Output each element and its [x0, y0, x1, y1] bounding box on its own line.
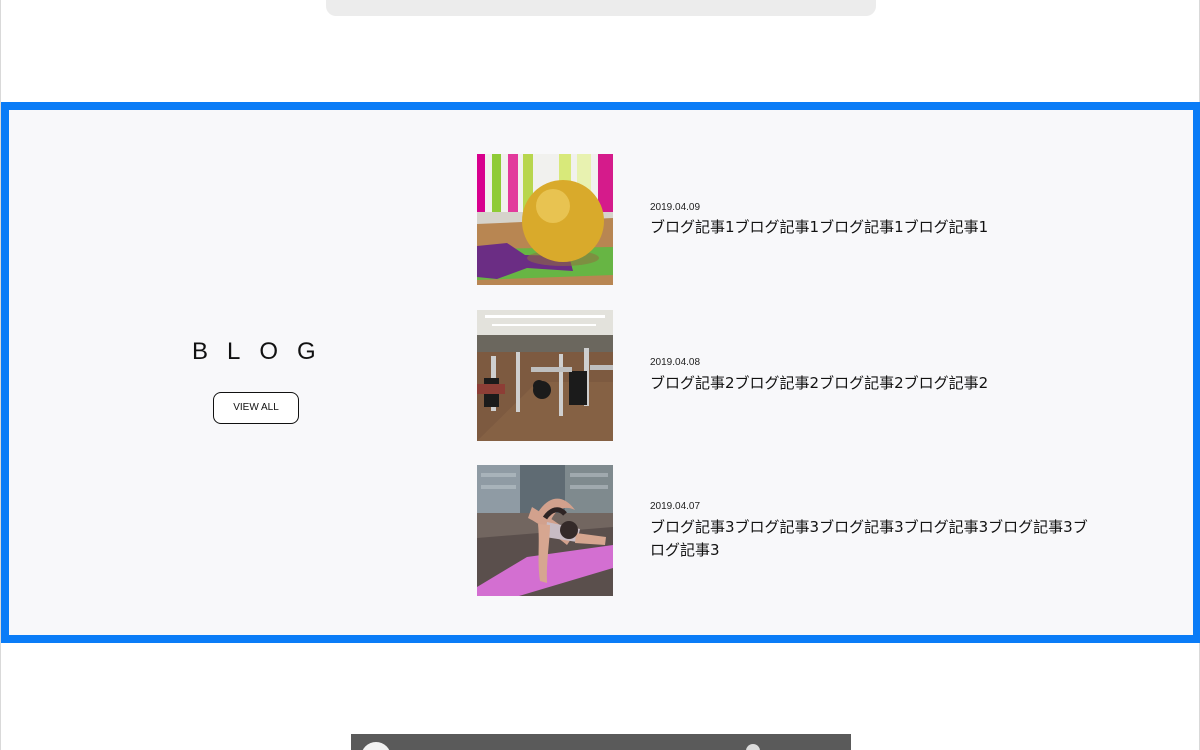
view-all-button[interactable]: VIEW ALL	[213, 392, 299, 424]
page: BLOG VIEW ALL 2019.04.09 ブログ記事1ブログ記事1ブログ…	[0, 0, 1200, 750]
gym-interior-photo	[477, 310, 613, 441]
yoga-stretch-photo	[477, 465, 613, 596]
post-date: 2019.04.08	[650, 357, 701, 368]
post-title-link[interactable]: ブログ記事3ブログ記事3ブログ記事3ブログ記事3ブログ記事3ブログ記事3	[650, 516, 1090, 562]
post-title-link[interactable]: ブログ記事1ブログ記事1ブログ記事1ブログ記事1	[650, 216, 1090, 239]
top-placeholder-bar	[326, 0, 876, 16]
blog-heading: BLOG	[192, 338, 335, 365]
blog-post-2[interactable]: 2019.04.08 ブログ記事2ブログ記事2ブログ記事2ブログ記事2	[477, 310, 1097, 441]
post-thumbnail-2[interactable]	[477, 310, 613, 441]
yellow-exercise-ball-photo	[477, 154, 613, 285]
post-date: 2019.04.07	[650, 501, 701, 512]
blog-section: BLOG VIEW ALL 2019.04.09 ブログ記事1ブログ記事1ブログ…	[1, 102, 1200, 643]
bottom-dot-icon	[746, 744, 760, 750]
post-date: 2019.04.09	[650, 202, 701, 213]
post-thumbnail-1[interactable]	[477, 154, 613, 285]
bottom-preview-bar	[351, 734, 851, 750]
bottom-circle-icon	[361, 742, 391, 750]
post-title-link[interactable]: ブログ記事2ブログ記事2ブログ記事2ブログ記事2	[650, 372, 1090, 395]
post-thumbnail-3[interactable]	[477, 465, 613, 596]
blog-post-3[interactable]: 2019.04.07 ブログ記事3ブログ記事3ブログ記事3ブログ記事3ブログ記事…	[477, 465, 1097, 596]
blog-post-1[interactable]: 2019.04.09 ブログ記事1ブログ記事1ブログ記事1ブログ記事1	[477, 154, 1097, 285]
